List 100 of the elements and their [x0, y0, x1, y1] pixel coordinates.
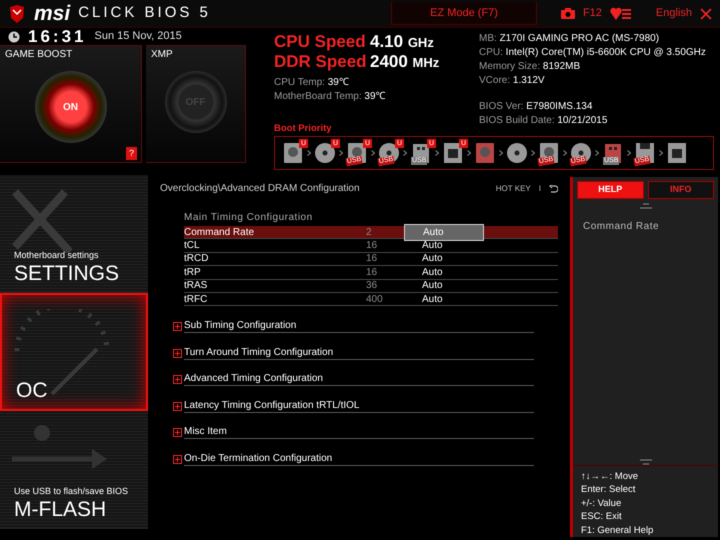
chevron-icon — [307, 150, 311, 156]
current-value: 16 — [366, 266, 378, 280]
chevron-icon — [595, 150, 599, 156]
setting-value[interactable]: Auto — [404, 278, 484, 294]
current-value: 16 — [366, 252, 378, 266]
screenshot-key[interactable]: F12 — [582, 5, 602, 22]
panel-title: GAME BOOST — [4, 48, 74, 62]
chevron-icon — [467, 150, 471, 156]
chevron-icon — [563, 150, 567, 156]
temperature-reading: CPU Temp: 39℃ — [274, 76, 350, 90]
help-button[interactable]: ? — [126, 146, 137, 160]
chevron-icon — [659, 150, 663, 156]
submenu-link[interactable]: Latency Timing Configuration tRTL/tIOL — [184, 400, 534, 413]
setting-value[interactable]: Auto — [404, 251, 484, 266]
setting-row[interactable]: tCL 16 Auto — [184, 239, 558, 253]
gauge-icon — [14, 309, 110, 397]
temperature-reading: MotherBoard Temp: 39℃ — [274, 90, 387, 104]
language-selector[interactable]: English — [656, 5, 692, 22]
back-icon[interactable] — [549, 184, 558, 192]
setting-value[interactable]: Auto — [404, 238, 484, 254]
bios-info-line: BIOS Build Date: 10/21/2015 — [479, 114, 608, 128]
tile-title: M-FLASH — [14, 498, 108, 522]
camera-icon[interactable] — [560, 8, 575, 19]
ez-mode-button[interactable]: EZ Mode (F7) — [391, 2, 537, 26]
setting-row[interactable]: tRP 16 Auto — [184, 266, 558, 280]
speed-label: DDR Speed — [274, 52, 368, 72]
current-value: 16 — [366, 239, 378, 254]
clock-icon — [8, 30, 20, 42]
chevron-icon — [531, 150, 535, 156]
menu-tile[interactable]: Use USB to flash/save BIOS M-FLASH — [0, 411, 148, 529]
tile-title: OC — [16, 379, 48, 403]
system-info-line: Memory Size: 8192MB — [479, 60, 582, 74]
scroll-up-icon[interactable] — [638, 202, 652, 208]
current-value: 2 — [366, 226, 373, 240]
chevron-icon — [339, 150, 343, 156]
favorites-list-icon[interactable] — [610, 6, 632, 20]
setting-name: tRFC — [184, 292, 208, 307]
menu-tile[interactable]: OC — [0, 293, 148, 411]
setting-value[interactable]: Auto — [404, 292, 484, 307]
panel-tab[interactable]: INFO — [648, 181, 714, 198]
clock-time: 16:31 — [28, 26, 86, 48]
hot-key-button[interactable]: HOT KEY — [496, 182, 531, 194]
key-hint: ESC: Exit — [581, 510, 623, 524]
setting-name: tRCD — [184, 252, 210, 266]
clock-date: Sun 15 Nov, 2015 — [94, 29, 182, 44]
speed-value: 4.10 GHz — [370, 32, 434, 52]
close-icon[interactable] — [700, 8, 712, 20]
setting-name: tCL — [184, 239, 201, 254]
boot-priority-title: Boot Priority — [274, 122, 333, 136]
current-value: 400 — [366, 292, 384, 307]
submenu-link[interactable]: Misc Item — [184, 426, 534, 440]
chevron-icon — [371, 150, 375, 156]
separator-text: I — [538, 182, 541, 194]
key-hint: +/-: Value — [581, 496, 622, 510]
help-text: Command Rate — [582, 220, 660, 234]
expand-icon[interactable] — [173, 428, 182, 438]
system-info-line: CPU: Intel(R) Core(TM) i5-6600K CPU @ 3.50GHz — [479, 46, 706, 60]
panel-title: XMP — [150, 48, 174, 62]
setting-row[interactable]: tRFC 400 Auto — [184, 292, 558, 306]
system-info-line: MB: Z170I GAMING PRO AC (MS-7980) — [479, 32, 660, 46]
submenu-link[interactable]: Advanced Timing Configuration — [184, 373, 534, 386]
tile-subtitle: Motherboard settings — [14, 248, 100, 262]
setting-value[interactable]: Auto — [404, 264, 484, 280]
tile-subtitle: Use USB to flash/save BIOS — [14, 484, 130, 498]
tile-title: SETTINGS — [14, 262, 120, 286]
chevron-icon — [435, 150, 439, 156]
menu-tile[interactable]: Motherboard settings SETTINGS — [0, 175, 148, 293]
scroll-down-icon[interactable] — [638, 458, 652, 464]
expand-icon[interactable] — [173, 348, 182, 358]
panel-tab[interactable]: HELP — [577, 181, 644, 198]
expand-icon[interactable] — [173, 454, 182, 464]
speed-value: 2400 MHz — [370, 52, 440, 72]
submenu-link[interactable]: On-Die Termination Configuration — [184, 452, 534, 466]
speed-label: CPU Speed — [274, 32, 367, 52]
setting-row[interactable]: tRCD 16 Auto — [184, 252, 558, 266]
group-title: Main Timing Configuration — [184, 211, 314, 225]
usb-symbol-icon — [12, 425, 108, 469]
key-hint: ↑↓→←: Move — [581, 470, 640, 483]
setting-row[interactable]: tRAS 36 Auto — [184, 280, 558, 293]
expand-icon[interactable] — [173, 402, 182, 411]
setting-value[interactable]: Auto — [404, 224, 484, 241]
setting-name: Command Rate — [184, 226, 256, 240]
key-hint: Enter: Select — [581, 483, 636, 496]
breadcrumb-path: Overclocking\Advanced DRAM Configuration — [160, 182, 360, 196]
chevron-icon — [627, 150, 631, 156]
current-value: 36 — [366, 279, 378, 294]
system-info-line: VCore: 1.312V — [479, 74, 546, 88]
submenu-link[interactable]: Turn Around Timing Configuration — [184, 346, 534, 360]
key-hint: F1: General Help — [581, 524, 654, 537]
chevron-icon — [499, 150, 503, 156]
expand-icon[interactable] — [173, 322, 182, 331]
brand-logo: msi — [34, 0, 70, 27]
bios-info-line: BIOS Ver: E7980IMS.134 — [479, 100, 594, 114]
setting-name: tRAS — [184, 279, 208, 294]
setting-name: tRP — [184, 266, 202, 280]
submenu-link[interactable]: Sub Timing Configuration — [184, 320, 534, 333]
chevron-icon — [403, 150, 407, 156]
setting-row[interactable]: Command Rate 2 Auto — [184, 226, 558, 240]
product-title: CLICK BIOS 5 — [78, 3, 211, 24]
expand-icon[interactable] — [173, 375, 182, 384]
